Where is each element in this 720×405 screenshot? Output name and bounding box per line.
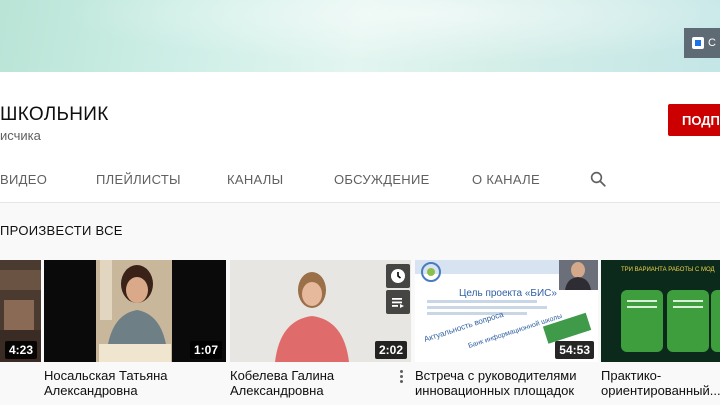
video-thumbnail[interactable]: Цель проекта «БИС» Актуальность вопроса …	[415, 260, 598, 362]
banner-link-label: С	[708, 37, 716, 49]
video-duration: 2:02	[374, 341, 407, 359]
queue-icon	[392, 298, 404, 308]
channel-title: ШКОЛЬНИК	[0, 104, 109, 125]
search-icon[interactable]	[589, 170, 607, 188]
channel-tabs: ВИДЕО ПЛЕЙЛИСТЫ КАНАЛЫ ОБСУЖДЕНИЕ О КАНА…	[0, 158, 720, 203]
video-duration: 54:53	[555, 341, 594, 359]
slide-title: Цель проекта «БИС»	[459, 288, 557, 299]
thumbnail-image: ТРИ ВАРИАНТА РАБОТЫ С МОД	[601, 260, 720, 362]
banner-link-button[interactable]: С	[684, 28, 720, 58]
video-thumbnail[interactable]: 2:02	[230, 260, 411, 362]
site-link-icon	[692, 37, 704, 49]
add-to-queue-button[interactable]	[386, 290, 410, 314]
play-all-link[interactable]: ПРОИЗВЕСТИ ВСЕ	[0, 223, 123, 238]
tab-videos[interactable]: ВИДЕО	[0, 172, 47, 187]
subscriber-count: исчика	[0, 128, 41, 143]
video-title[interactable]: Практико- ориентированный...	[601, 368, 720, 398]
tab-discussion[interactable]: ОБСУЖДЕНИЕ	[334, 172, 430, 187]
video-thumbnail[interactable]: ТРИ ВАРИАНТА РАБОТЫ С МОД	[601, 260, 720, 362]
tab-about[interactable]: О КАНАЛЕ	[472, 172, 540, 187]
watch-later-button[interactable]	[386, 264, 410, 288]
slide-heading: ТРИ ВАРИАНТА РАБОТЫ С МОД	[621, 267, 715, 273]
video-title[interactable]: Встреча с руководителями инновационных п…	[415, 368, 585, 398]
video-title[interactable]: Носальская Татьяна Александровна	[44, 368, 214, 398]
video-duration: 4:23	[4, 341, 37, 359]
video-thumbnail[interactable]: 4:23	[0, 260, 41, 362]
video-thumbnail[interactable]: 1:07	[44, 260, 226, 362]
video-title[interactable]: Кобелева Галина Александровна	[230, 368, 400, 398]
tab-playlists[interactable]: ПЛЕЙЛИСТЫ	[96, 172, 181, 187]
subscribe-button[interactable]: ПОДПИ	[668, 104, 720, 136]
clock-icon	[391, 269, 405, 283]
more-options-icon[interactable]	[398, 368, 404, 386]
video-duration: 1:07	[189, 341, 222, 359]
tab-channels[interactable]: КАНАЛЫ	[227, 172, 283, 187]
channel-banner	[0, 0, 720, 72]
